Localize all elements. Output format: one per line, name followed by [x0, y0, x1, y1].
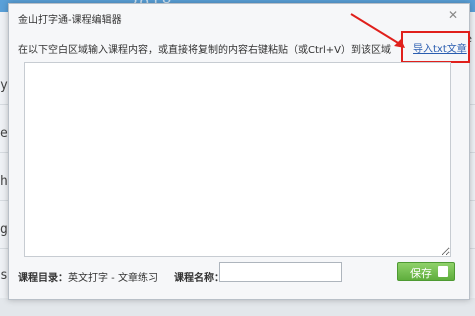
course-name-label: 课程名称：	[174, 273, 224, 284]
close-icon[interactable]: ✕	[446, 8, 460, 22]
catalog-label: 课程目录：	[18, 273, 68, 284]
course-name-input[interactable]	[219, 262, 342, 282]
annotation-arrow-icon	[350, 13, 405, 48]
course-content-editor[interactable]	[24, 62, 451, 257]
save-icon	[438, 266, 448, 277]
course-editor-dialog: 金山打字通-课程编辑器 ✕ 在以下空白区域输入课程内容，或直接将复制的内容右键粘…	[8, 3, 470, 300]
save-button[interactable]: 保存	[397, 262, 455, 281]
catalog-value: 英文打字 - 文章练习	[68, 273, 158, 284]
course-catalog: 课程目录：英文打字 - 文章练习	[18, 269, 158, 284]
annotation-highlight-box	[401, 31, 470, 63]
background-bottom-bar	[0, 298, 475, 316]
dialog-title: 金山打字通-课程编辑器	[18, 15, 122, 26]
instruction-text: 在以下空白区域输入课程内容，或直接将复制的内容右键粘贴（或Ctrl+V）到该区域	[18, 45, 392, 56]
save-label: 保存	[410, 267, 432, 280]
